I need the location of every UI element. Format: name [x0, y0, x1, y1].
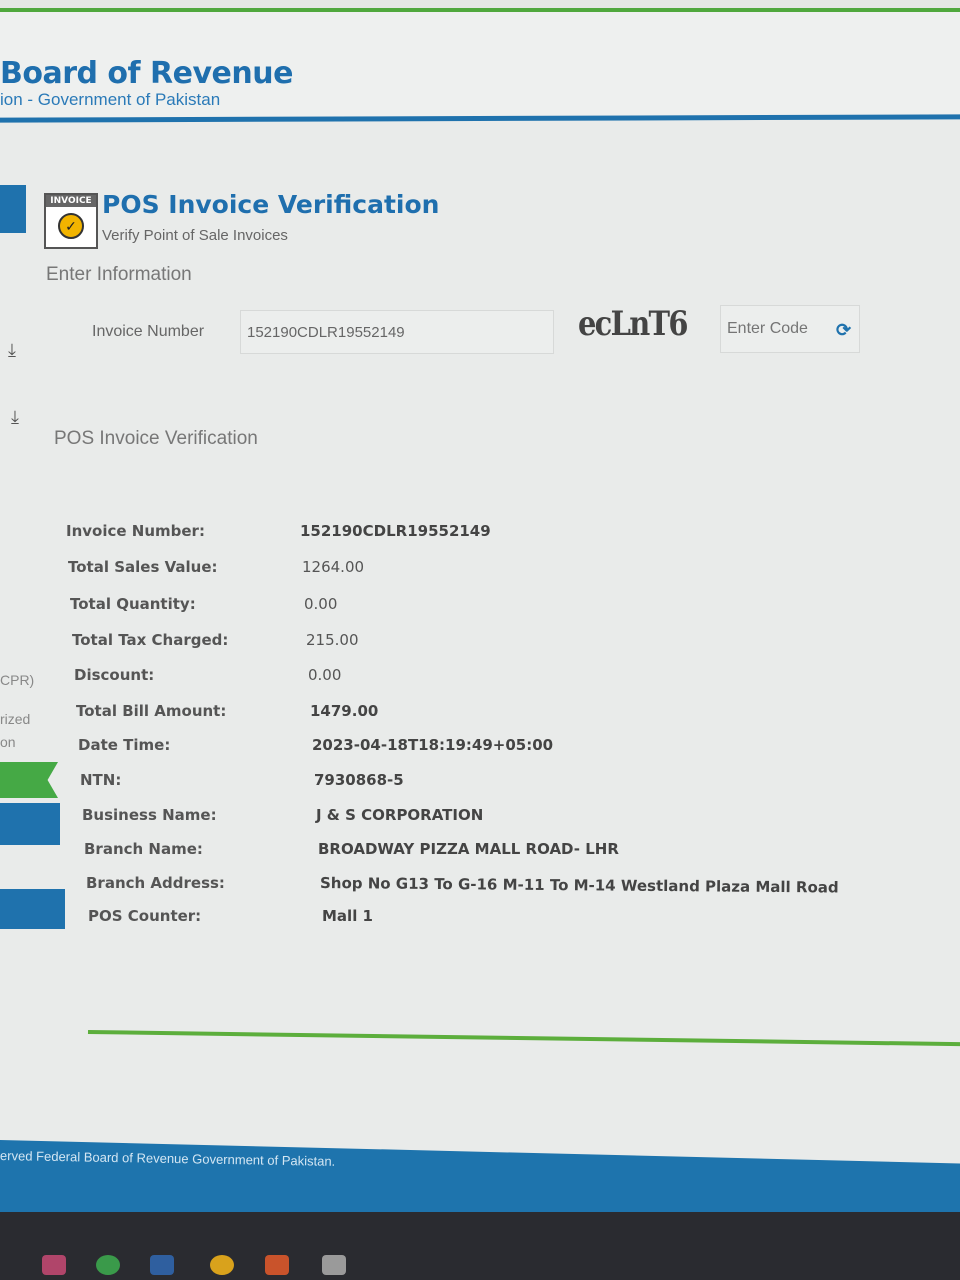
site-subtitle: ion - Government of Pakistan — [0, 90, 221, 109]
site-title[interactable]: Board of Revenue — [0, 56, 293, 91]
row-value: J & S CORPORATION — [316, 806, 484, 824]
taskbar-app-icon[interactable] — [150, 1255, 174, 1275]
taskbar-app-icon[interactable] — [42, 1255, 66, 1275]
browser-icon[interactable] — [210, 1255, 234, 1275]
sidebar-item[interactable] — [0, 889, 65, 929]
row-label: Branch Name: — [84, 840, 203, 858]
row-label: Branch Address: — [86, 874, 225, 892]
row-label: Total Sales Value: — [68, 558, 218, 576]
row-value: 0.00 — [304, 595, 338, 613]
taskbar-app-icon[interactable] — [96, 1255, 120, 1275]
row-value: Mall 1 — [322, 907, 373, 925]
sidebar-active-item[interactable] — [0, 185, 26, 233]
row-label: Discount: — [74, 666, 155, 684]
row-label: POS Counter: — [88, 907, 202, 925]
row-label: Total Tax Charged: — [72, 631, 229, 649]
row-value: 2023-04-18T18:19:49+05:00 — [312, 736, 554, 754]
sidebar-item[interactable] — [0, 803, 60, 845]
sidebar-item-selected[interactable] — [0, 762, 58, 798]
row-label: Business Name: — [82, 806, 217, 824]
download-icon[interactable]: ⤓ — [11, 407, 19, 428]
row-label: Total Bill Amount: — [76, 702, 227, 720]
row-label: Date Time: — [78, 736, 171, 754]
invoice-number-input[interactable] — [240, 310, 554, 354]
row-value: 1479.00 — [310, 702, 379, 720]
row-label: Invoice Number: — [66, 522, 205, 540]
invoice-icon: INVOICE ✓ — [44, 193, 98, 249]
check-icon: ✓ — [58, 213, 84, 239]
page-title: POS Invoice Verification — [102, 190, 440, 219]
sidebar-item-label[interactable]: on — [0, 734, 16, 750]
row-value: 1264.00 — [302, 558, 365, 576]
captcha-image: ecLnT6 — [578, 304, 688, 344]
invoice-icon-tag: INVOICE — [46, 195, 96, 207]
invoice-number-label: Invoice Number — [92, 323, 205, 340]
taskbar-app-icon[interactable] — [265, 1255, 289, 1275]
refresh-icon[interactable]: ⟳ — [836, 320, 851, 341]
row-value: 215.00 — [306, 631, 359, 649]
page-subtitle: Verify Point of Sale Invoices — [102, 227, 288, 244]
top-accent-bar — [0, 0, 960, 12]
sidebar-item-label[interactable]: CPR) — [0, 672, 34, 688]
calculator-icon[interactable] — [322, 1255, 346, 1275]
row-label: Total Quantity: — [70, 595, 196, 613]
download-icon[interactable]: ⤓ — [8, 340, 16, 361]
row-value: 7930868-5 — [314, 771, 404, 789]
taskbar — [0, 1212, 960, 1280]
section-heading: Enter Information — [46, 264, 192, 285]
row-value: Shop No G13 To G-16 M-11 To M-14 Westlan… — [319, 874, 839, 897]
result-heading: POS Invoice Verification — [54, 428, 258, 449]
row-value: 0.00 — [308, 666, 342, 684]
row-label: NTN: — [80, 771, 122, 789]
sidebar-item-label[interactable]: rized — [0, 711, 30, 727]
row-value: BROADWAY PIZZA MALL ROAD- LHR — [318, 840, 619, 858]
row-value: 152190CDLR19552149 — [300, 522, 491, 540]
content-divider — [87, 1030, 960, 1047]
